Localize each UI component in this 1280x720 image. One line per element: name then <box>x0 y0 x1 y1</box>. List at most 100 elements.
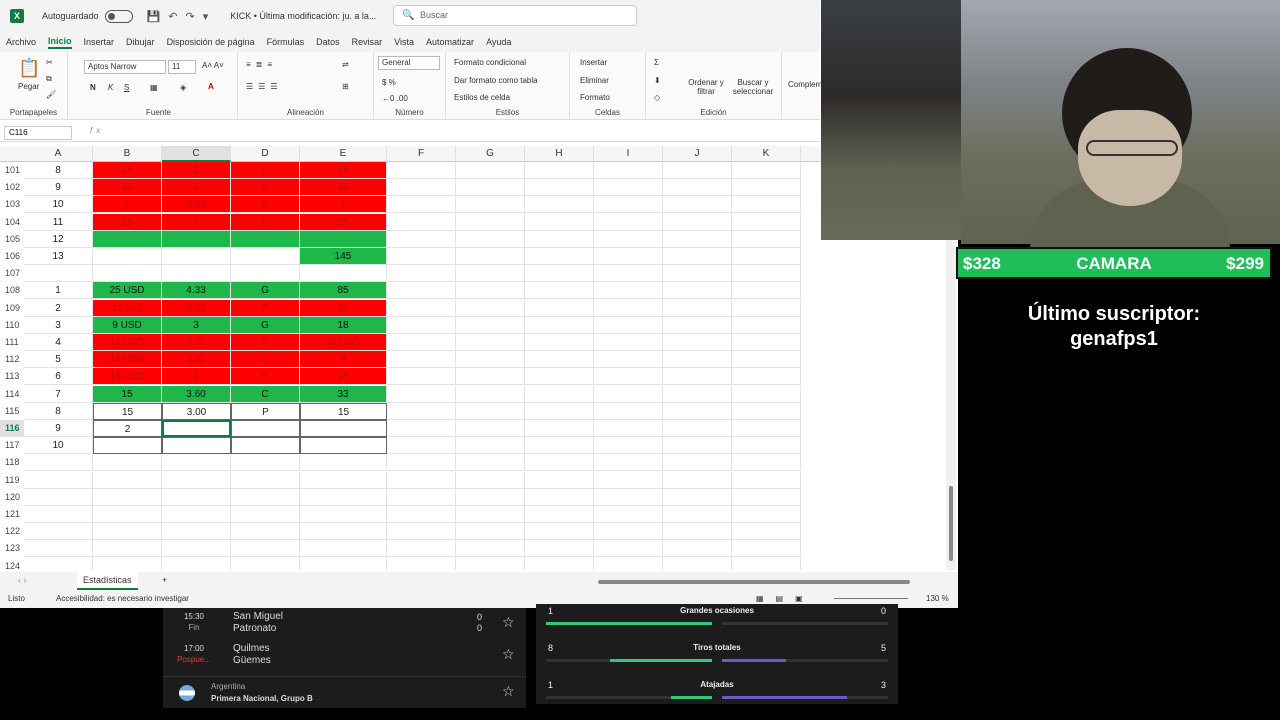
cell-empty[interactable] <box>594 179 663 197</box>
cell-c[interactable] <box>162 557 231 570</box>
cell-empty[interactable] <box>525 454 594 472</box>
name-box[interactable]: C116 <box>4 126 72 140</box>
cell-c[interactable]: 3.60 <box>162 385 231 403</box>
cell-empty[interactable] <box>594 488 663 506</box>
cell-e[interactable] <box>300 230 387 248</box>
cell-empty[interactable] <box>456 299 525 317</box>
menu-inicio[interactable]: Inicio <box>48 36 72 49</box>
cell-empty[interactable] <box>525 540 594 558</box>
cell-d[interactable] <box>231 420 300 437</box>
cell-a[interactable]: 10 <box>24 437 93 455</box>
cell-empty[interactable] <box>732 540 801 558</box>
conditional-format-button[interactable]: Formato condicional <box>454 58 526 67</box>
favorite-star-icon[interactable]: ☆ <box>502 614 515 631</box>
cell-empty[interactable] <box>525 420 594 437</box>
cell-a[interactable]: 8 <box>24 402 93 420</box>
cell-empty[interactable] <box>387 557 456 570</box>
cell-b[interactable] <box>93 248 162 265</box>
cell-empty[interactable] <box>663 230 732 248</box>
cell-empty[interactable] <box>456 213 525 231</box>
cell-e[interactable] <box>300 437 387 455</box>
cell-e[interactable]: 15 <box>300 162 387 179</box>
cell-e[interactable] <box>300 488 387 506</box>
cell-empty[interactable] <box>525 402 594 420</box>
cell-b[interactable] <box>93 557 162 570</box>
cell-c[interactable] <box>162 540 231 558</box>
cell-c[interactable]: 4 <box>162 179 231 197</box>
cell-empty[interactable] <box>387 265 456 283</box>
cell-empty[interactable] <box>732 162 801 179</box>
cell-empty[interactable] <box>525 488 594 506</box>
cell-c[interactable]: 7 <box>162 213 231 231</box>
cell-b[interactable] <box>93 471 162 489</box>
cell-d[interactable]: P <box>231 368 300 386</box>
cell-empty[interactable] <box>525 179 594 197</box>
cell-empty[interactable] <box>732 523 801 541</box>
cell-empty[interactable] <box>732 213 801 231</box>
row-header[interactable]: 106 <box>0 248 24 265</box>
cell-empty[interactable] <box>663 437 732 455</box>
fill-color-icon[interactable]: ◈ <box>180 83 186 92</box>
underline-button[interactable]: S <box>124 83 129 92</box>
cell-d[interactable] <box>231 454 300 472</box>
cell-empty[interactable] <box>456 454 525 472</box>
cell-e[interactable]: 10 <box>300 299 387 317</box>
column-header-e[interactable]: E <box>300 146 387 162</box>
cell-d[interactable]: G <box>231 282 300 300</box>
cell-a[interactable] <box>24 557 93 570</box>
cell-e[interactable] <box>300 454 387 472</box>
row-header[interactable]: 124 <box>0 557 24 570</box>
cell-empty[interactable] <box>594 471 663 489</box>
complements-button[interactable]: Complem <box>788 80 822 89</box>
cell-empty[interactable] <box>732 196 801 214</box>
format-button[interactable]: Formato <box>580 93 610 102</box>
cell-a[interactable]: 3 <box>24 316 93 334</box>
menu-insertar[interactable]: Insertar <box>84 37 115 47</box>
cell-empty[interactable] <box>387 299 456 317</box>
quick-access-icons[interactable]: 💾↶↷▾ <box>147 10 217 23</box>
cell-a[interactable]: 7 <box>24 385 93 403</box>
cell-empty[interactable] <box>387 385 456 403</box>
cell-empty[interactable] <box>663 471 732 489</box>
cell-c[interactable]: 3.50 <box>162 196 231 214</box>
cell-empty[interactable] <box>732 385 801 403</box>
column-header-b[interactable]: B <box>93 146 162 162</box>
column-header-a[interactable]: A <box>24 146 93 162</box>
cell-empty[interactable] <box>732 248 801 265</box>
cell-e[interactable] <box>300 506 387 523</box>
cell-e[interactable]: 33 <box>300 385 387 403</box>
cell-empty[interactable] <box>456 334 525 351</box>
cell-a[interactable]: 2 <box>24 299 93 317</box>
row-header[interactable]: 102 <box>0 179 24 197</box>
cell-c[interactable] <box>162 265 231 283</box>
cell-e[interactable]: 10 <box>300 179 387 197</box>
cell-empty[interactable] <box>594 385 663 403</box>
cell-d[interactable]: P <box>231 334 300 351</box>
cell-c[interactable]: 3 <box>162 316 231 334</box>
cell-empty[interactable] <box>663 282 732 300</box>
font-color-icon[interactable]: A <box>208 82 214 91</box>
cell-empty[interactable] <box>594 299 663 317</box>
cell-empty[interactable] <box>456 488 525 506</box>
cell-empty[interactable] <box>525 523 594 541</box>
cell-e[interactable]: 18 <box>300 368 387 386</box>
cell-b[interactable] <box>93 265 162 283</box>
cell-empty[interactable] <box>663 248 732 265</box>
cell-empty[interactable] <box>594 282 663 300</box>
row-header[interactable]: 114 <box>0 385 24 403</box>
cell-empty[interactable] <box>456 248 525 265</box>
cell-empty[interactable] <box>663 368 732 386</box>
cell-a[interactable]: 9 <box>24 420 93 437</box>
cell-empty[interactable] <box>456 162 525 179</box>
cell-empty[interactable] <box>456 523 525 541</box>
row-header[interactable]: 112 <box>0 351 24 369</box>
cell-d[interactable] <box>231 248 300 265</box>
cell-c[interactable]: 4.33 <box>162 282 231 300</box>
grow-shrink-font-icon[interactable]: A˄ A˅ <box>202 61 224 70</box>
menu-automatizar[interactable]: Automatizar <box>426 37 474 47</box>
cell-a[interactable] <box>24 488 93 506</box>
cell-b[interactable]: 10 <box>93 179 162 197</box>
row-header[interactable]: 109 <box>0 299 24 317</box>
cell-empty[interactable] <box>732 506 801 523</box>
scroll-thumb[interactable] <box>949 486 953 561</box>
